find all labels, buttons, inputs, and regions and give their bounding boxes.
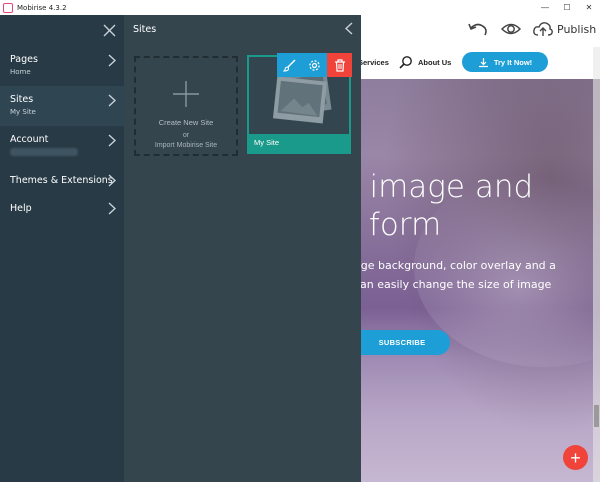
subscribe-button[interactable]: SUBSCRIBE (354, 330, 450, 355)
hero-title-line-2: e form (340, 207, 442, 243)
trash-icon (334, 58, 345, 72)
maximize-button[interactable]: ☐ (556, 0, 578, 15)
editor-toolbar: Publish (361, 15, 600, 47)
site-card-actions (277, 53, 352, 77)
nav-link-about[interactable]: About Us (418, 58, 451, 67)
chevron-right-icon (108, 174, 116, 187)
hero-title: h image and e form (340, 168, 533, 244)
chevron-right-icon (108, 54, 116, 67)
eye-icon (501, 23, 521, 35)
scrollbar-thumb[interactable] (594, 405, 599, 427)
menu-item-sites-sub: My Site (10, 108, 36, 116)
window-controls: — ☐ ✕ (534, 0, 600, 15)
hero-text: age background, color overlay and a can … (354, 256, 556, 294)
create-new-site-label: Create New Site (158, 118, 214, 127)
window-title: Mobirise 4.3.2 (17, 3, 67, 12)
close-icon[interactable] (103, 24, 116, 37)
publish-label: Publish (557, 22, 597, 36)
publish-button[interactable]: Publish (532, 20, 596, 38)
app-logo-icon (3, 2, 13, 13)
cloud-upload-icon (533, 22, 553, 36)
minimize-button[interactable]: — (534, 0, 556, 15)
hero-text-line-1: age background, color overlay and a (354, 259, 556, 272)
try-it-now-label: Try It Now! (493, 57, 533, 67)
menu-item-themes-extensions[interactable]: Themes & Extensions (0, 166, 124, 194)
plus-icon (173, 81, 199, 107)
menu-item-themes-label: Themes & Extensions (10, 175, 113, 186)
delete-site-button[interactable] (327, 53, 352, 77)
import-site-link[interactable]: Import Mobirise Site (136, 142, 236, 149)
window-titlebar: Mobirise 4.3.2 — ☐ ✕ (0, 0, 600, 15)
chevron-left-icon[interactable] (345, 22, 353, 35)
main-menu-panel: Pages Home Sites My Site Account Themes … (0, 15, 124, 482)
add-block-button[interactable]: + (563, 445, 588, 470)
chevron-right-icon (108, 134, 116, 147)
chevron-right-icon (108, 202, 116, 215)
or-label: or (182, 132, 190, 139)
menu-item-account-label: Account (10, 134, 49, 145)
site-settings-button[interactable] (302, 53, 327, 77)
nav-link-services[interactable]: Services (358, 58, 389, 67)
edit-site-button[interactable] (277, 53, 302, 77)
menu-item-pages-sub: Home (10, 68, 31, 76)
brush-icon (283, 59, 296, 72)
preview-button[interactable] (501, 20, 521, 38)
menu-item-help[interactable]: Help (0, 195, 124, 223)
undo-button[interactable] (467, 20, 489, 38)
menu-item-pages[interactable]: Pages Home (0, 46, 124, 86)
search-icon[interactable] (399, 55, 413, 69)
menu-item-account[interactable]: Account (0, 126, 124, 166)
download-icon (478, 57, 488, 67)
menu-item-help-label: Help (10, 203, 32, 214)
create-new-site-card[interactable]: Create New Site or Import Mobirise Site (134, 56, 238, 156)
chevron-right-icon (108, 94, 116, 107)
menu-item-pages-label: Pages (10, 54, 38, 65)
site-name-label: My Site (254, 138, 280, 147)
menu-item-sites[interactable]: Sites My Site (0, 86, 124, 126)
gear-icon (309, 59, 320, 71)
close-window-button[interactable]: ✕ (578, 0, 600, 15)
menu-header (0, 15, 124, 46)
try-it-now-button[interactable]: Try It Now! (462, 52, 548, 72)
preview-navbar: Services About Us Try It Now! (354, 47, 600, 79)
menu-item-sites-label: Sites (10, 94, 34, 105)
account-email-blurred (10, 148, 78, 156)
hero-text-line-2: can easily change the size of image (354, 278, 552, 291)
undo-icon (468, 23, 487, 36)
sites-panel-title: Sites (133, 24, 157, 35)
hero-title-line-1: h image and (340, 169, 534, 205)
sites-panel: Sites Create New Site or Import Mobirise… (124, 15, 361, 482)
